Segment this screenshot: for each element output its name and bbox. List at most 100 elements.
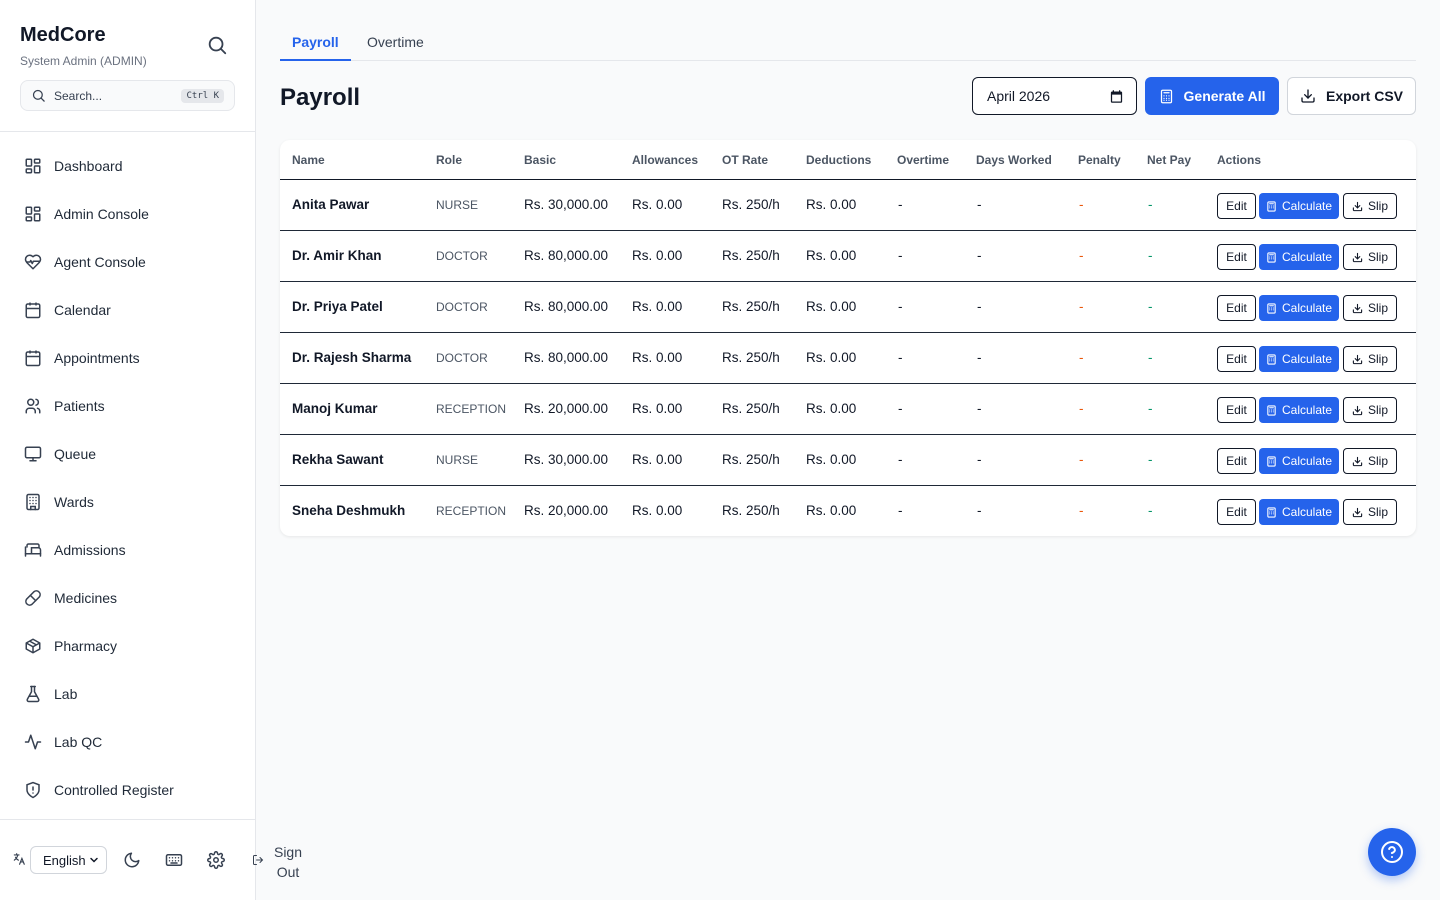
page-title: Payroll bbox=[280, 84, 361, 111]
cell-days-worked: - bbox=[977, 401, 982, 416]
slip-button[interactable]: Slip bbox=[1343, 295, 1397, 321]
sidebar-item-label: Admissions bbox=[54, 542, 126, 558]
sidebar-item-appointments[interactable]: Appointments bbox=[0, 334, 256, 382]
sidebar-item-calendar[interactable]: Calendar bbox=[0, 286, 256, 334]
calculator-icon bbox=[1267, 455, 1276, 467]
table-row: Manoj Kumar RECEPTION Rs. 20,000.00 Rs. 0.0… bbox=[280, 384, 1416, 435]
edit-label: Edit bbox=[1226, 301, 1247, 315]
sidebar-footer: English bbox=[0, 840, 264, 880]
column-header: Role bbox=[436, 153, 463, 167]
edit-button[interactable]: Edit bbox=[1217, 193, 1256, 219]
calculate-button[interactable]: Calculate bbox=[1259, 448, 1339, 474]
cell-role: DOCTOR bbox=[436, 249, 488, 263]
calculate-button[interactable]: Calculate bbox=[1259, 397, 1339, 423]
slip-button[interactable]: Slip bbox=[1343, 346, 1397, 372]
translate-icon bbox=[13, 853, 25, 865]
tab-overtime[interactable]: Overtime bbox=[355, 24, 436, 61]
edit-button[interactable]: Edit bbox=[1217, 448, 1256, 474]
calculate-button[interactable]: Calculate bbox=[1259, 295, 1339, 321]
cell-days-worked: - bbox=[977, 503, 982, 518]
cell-ot-rate: Rs. 250/h bbox=[722, 197, 780, 212]
search-input[interactable]: Search... Ctrl K bbox=[20, 80, 235, 111]
month-picker[interactable]: April 2026 bbox=[972, 77, 1137, 115]
edit-button[interactable]: Edit bbox=[1217, 397, 1256, 423]
cell-days-worked: - bbox=[977, 197, 982, 212]
sidebar-item-admin-console[interactable]: Admin Console bbox=[0, 190, 256, 238]
sidebar-item-wards[interactable]: Wards bbox=[0, 478, 256, 526]
slip-button[interactable]: Slip bbox=[1343, 448, 1397, 474]
slip-button[interactable]: Slip bbox=[1343, 499, 1397, 525]
edit-label: Edit bbox=[1226, 403, 1247, 417]
cell-ot-rate: Rs. 250/h bbox=[722, 299, 780, 314]
log-out-icon[interactable] bbox=[252, 854, 264, 866]
sidebar-item-lab-qc[interactable]: Lab QC bbox=[0, 718, 256, 766]
download-icon bbox=[1352, 201, 1363, 211]
column-header: Net Pay bbox=[1147, 153, 1192, 167]
sidebar-item-patients[interactable]: Patients bbox=[0, 382, 256, 430]
calculate-button[interactable]: Calculate bbox=[1259, 346, 1339, 372]
calendar-icon bbox=[25, 302, 41, 319]
sidebar-item-label: Appointments bbox=[54, 350, 140, 366]
cell-basic: Rs. 20,000.00 bbox=[524, 401, 609, 416]
column-header: Allowances bbox=[632, 153, 699, 167]
export-csv-button[interactable]: Export CSV bbox=[1287, 77, 1416, 115]
sidebar-item-admissions[interactable]: Admissions bbox=[0, 526, 256, 574]
sidebar-item-medicines[interactable]: Medicines bbox=[0, 574, 256, 622]
table-row: Dr. Priya Patel DOCTOR Rs. 80,000.00 Rs. 0.… bbox=[280, 282, 1416, 333]
calculate-button[interactable]: Calculate bbox=[1259, 499, 1339, 525]
sidebar-item-controlled-register[interactable]: Controlled Register bbox=[0, 766, 256, 814]
chevron-down-icon bbox=[90, 857, 98, 863]
user-role: System Admin (ADMIN) bbox=[20, 54, 147, 68]
edit-button[interactable]: Edit bbox=[1217, 346, 1256, 372]
slip-label: Slip bbox=[1367, 352, 1388, 366]
slip-button[interactable]: Slip bbox=[1343, 397, 1397, 423]
calculate-label: Calculate bbox=[1281, 301, 1333, 315]
cell-basic: Rs. 30,000.00 bbox=[524, 452, 609, 467]
column-header: Basic bbox=[524, 153, 557, 167]
calculator-icon bbox=[1267, 353, 1276, 365]
sidebar-item-dashboard[interactable]: Dashboard bbox=[0, 142, 256, 190]
moon-icon[interactable] bbox=[123, 851, 141, 869]
edit-button[interactable]: Edit bbox=[1217, 295, 1256, 321]
tab-payroll[interactable]: Payroll bbox=[280, 24, 351, 61]
help-button[interactable] bbox=[1368, 828, 1416, 876]
cell-ot-rate: Rs. 250/h bbox=[722, 503, 780, 518]
cell-days-worked: - bbox=[977, 452, 982, 467]
edit-button[interactable]: Edit bbox=[1217, 499, 1256, 525]
calculator-icon bbox=[1267, 302, 1276, 314]
sidebar-item-label: Lab QC bbox=[54, 734, 103, 750]
gear-icon[interactable] bbox=[207, 851, 225, 869]
cell-penalty: - bbox=[1079, 197, 1084, 212]
calculate-label: Calculate bbox=[1281, 250, 1333, 264]
cell-name: Dr. Rajesh Sharma bbox=[292, 350, 412, 365]
cell-deductions: Rs. 0.00 bbox=[806, 299, 857, 314]
cell-name: Anita Pawar bbox=[292, 197, 370, 212]
cell-deductions: Rs. 0.00 bbox=[806, 503, 857, 518]
edit-button[interactable]: Edit bbox=[1217, 244, 1256, 270]
search-icon[interactable] bbox=[206, 34, 228, 56]
cell-penalty: - bbox=[1079, 299, 1084, 314]
month-value: April 2026 bbox=[987, 88, 1051, 104]
cell-name: Dr. Amir Khan bbox=[292, 248, 382, 263]
sign-out-button[interactable]: Sign Out bbox=[268, 842, 308, 882]
calculate-button[interactable]: Calculate bbox=[1259, 244, 1339, 270]
slip-button[interactable]: Slip bbox=[1343, 244, 1397, 270]
search-placeholder: Search... bbox=[54, 88, 103, 103]
column-header: Overtime bbox=[897, 153, 950, 167]
cell-allowances: Rs. 0.00 bbox=[632, 299, 683, 314]
sidebar-item-label: Controlled Register bbox=[54, 782, 174, 798]
keyboard-icon[interactable] bbox=[165, 851, 183, 869]
sidebar-item-lab[interactable]: Lab bbox=[0, 670, 256, 718]
column-header: OT Rate bbox=[722, 153, 769, 167]
sidebar-item-pharmacy[interactable]: Pharmacy bbox=[0, 622, 256, 670]
export-csv-label: Export CSV bbox=[1325, 88, 1403, 104]
calculate-button[interactable]: Calculate bbox=[1259, 193, 1339, 219]
language-select[interactable]: English bbox=[30, 846, 107, 874]
cell-net-pay: - bbox=[1148, 350, 1153, 365]
cell-deductions: Rs. 0.00 bbox=[806, 197, 857, 212]
search-icon bbox=[32, 89, 45, 102]
slip-button[interactable]: Slip bbox=[1343, 193, 1397, 219]
sidebar-item-agent-console[interactable]: Agent Console bbox=[0, 238, 256, 286]
sidebar-item-queue[interactable]: Queue bbox=[0, 430, 256, 478]
generate-all-button[interactable]: Generate All bbox=[1145, 77, 1279, 115]
